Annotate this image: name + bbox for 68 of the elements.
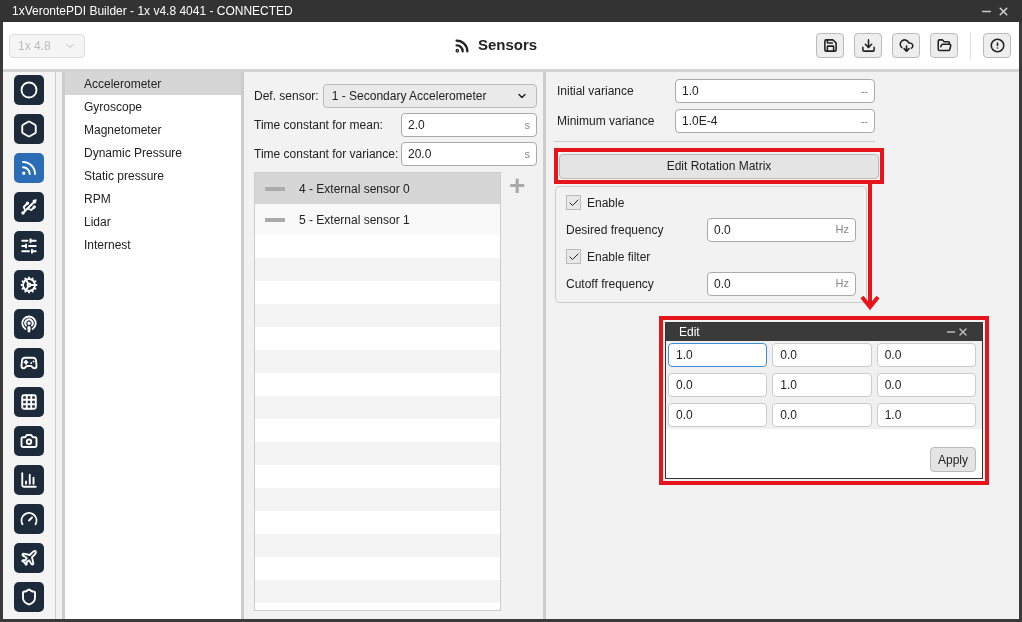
cloud-button[interactable] xyxy=(892,33,920,58)
sensor-list-item[interactable]: RPM xyxy=(65,187,241,210)
field-label: Minimum variance xyxy=(557,113,655,130)
matrix-field[interactable]: 1.0 xyxy=(668,343,768,367)
matrix-field[interactable]: 0.0 xyxy=(876,343,976,367)
sensor-list-item[interactable]: Lidar xyxy=(65,210,241,233)
dialog-title: Edit xyxy=(679,324,700,341)
edit-rotation-button[interactable]: Edit Rotation Matrix xyxy=(559,153,879,179)
save-button[interactable] xyxy=(816,33,844,58)
alert-button[interactable] xyxy=(983,33,1011,58)
checkbox-label: Enable filter xyxy=(587,248,651,266)
close-icon[interactable] xyxy=(957,326,969,338)
sensor-list-item[interactable]: Accelerometer xyxy=(65,72,241,95)
save-icon xyxy=(822,38,838,53)
field-label: Def. sensor: xyxy=(254,88,319,105)
alert-icon xyxy=(989,38,1005,53)
checkbox[interactable] xyxy=(566,195,581,210)
matrix-field[interactable]: 0.0 xyxy=(772,403,872,427)
ring-icon[interactable] xyxy=(14,75,44,105)
signal-icon xyxy=(453,37,470,54)
sensor-list-item[interactable]: Gyroscope xyxy=(65,95,241,118)
window-title: 1xVerontePDI Builder - 1x v4.8 4041 - CONNECTED xyxy=(12,3,293,20)
field-label: Time constant for variance: xyxy=(254,146,399,163)
input-field[interactable]: 1.0E-4 -- xyxy=(675,109,875,133)
source-list-item[interactable]: 4 - External sensor 0 xyxy=(255,173,500,204)
usb-icon[interactable] xyxy=(14,192,44,222)
field-label: Time constant for mean: xyxy=(254,117,383,134)
camera-icon[interactable] xyxy=(14,426,44,456)
shield-icon[interactable] xyxy=(14,582,44,612)
open-folder-button[interactable] xyxy=(930,33,958,58)
gears-icon[interactable] xyxy=(14,270,44,300)
close-icon[interactable] xyxy=(997,4,1010,18)
checkbox[interactable] xyxy=(566,249,581,264)
input-field[interactable]: 20.0 s xyxy=(401,142,537,166)
gamepad-icon[interactable] xyxy=(14,348,44,378)
checkbox-label: Enable xyxy=(587,194,625,212)
source-list-item[interactable]: 5 - External sensor 1 xyxy=(255,204,500,235)
download-button[interactable] xyxy=(854,33,882,58)
input-field[interactable]: 1.0 -- xyxy=(675,79,875,103)
sensor-list-item[interactable]: Magnetometer xyxy=(65,118,241,141)
matrix-field[interactable]: 0.0 xyxy=(668,373,768,397)
bar-chart-icon[interactable] xyxy=(14,465,44,495)
field-label: Initial variance xyxy=(557,83,634,100)
page-title: Sensors xyxy=(477,35,538,56)
sliders-icon[interactable] xyxy=(14,231,44,261)
field-label: Cutoff frequency xyxy=(566,275,654,293)
field-label: Desired frequency xyxy=(566,221,664,239)
broadcast-icon[interactable] xyxy=(14,309,44,339)
grid-icon[interactable] xyxy=(14,387,44,417)
download-icon xyxy=(860,38,876,53)
sensor-list-item[interactable]: Static pressure xyxy=(65,164,241,187)
plane-icon[interactable] xyxy=(14,543,44,573)
input-field[interactable]: 2.0 s xyxy=(401,113,537,137)
matrix-field[interactable]: 0.0 xyxy=(772,343,872,367)
input-field[interactable]: 0.0 Hz xyxy=(707,271,856,296)
sensor-dropdown[interactable]: 1 - Secondary Accelerometer xyxy=(322,84,537,108)
cloud-icon xyxy=(898,38,914,53)
matrix-field[interactable]: 0.0 xyxy=(668,403,768,427)
sensor-list-item[interactable]: Internest xyxy=(65,233,241,256)
matrix-field[interactable]: 1.0 xyxy=(876,403,976,427)
gauge-icon[interactable] xyxy=(14,504,44,534)
matrix-field[interactable]: 1.0 xyxy=(772,373,872,397)
input-field[interactable]: 0.0 Hz xyxy=(707,217,856,242)
sensor-list-item[interactable]: Dynamic Pressure xyxy=(65,141,241,164)
folder-icon xyxy=(936,38,952,53)
matrix-field[interactable]: 0.0 xyxy=(876,373,976,397)
signal-icon[interactable] xyxy=(14,153,44,183)
apply-button[interactable]: Apply xyxy=(929,447,976,472)
